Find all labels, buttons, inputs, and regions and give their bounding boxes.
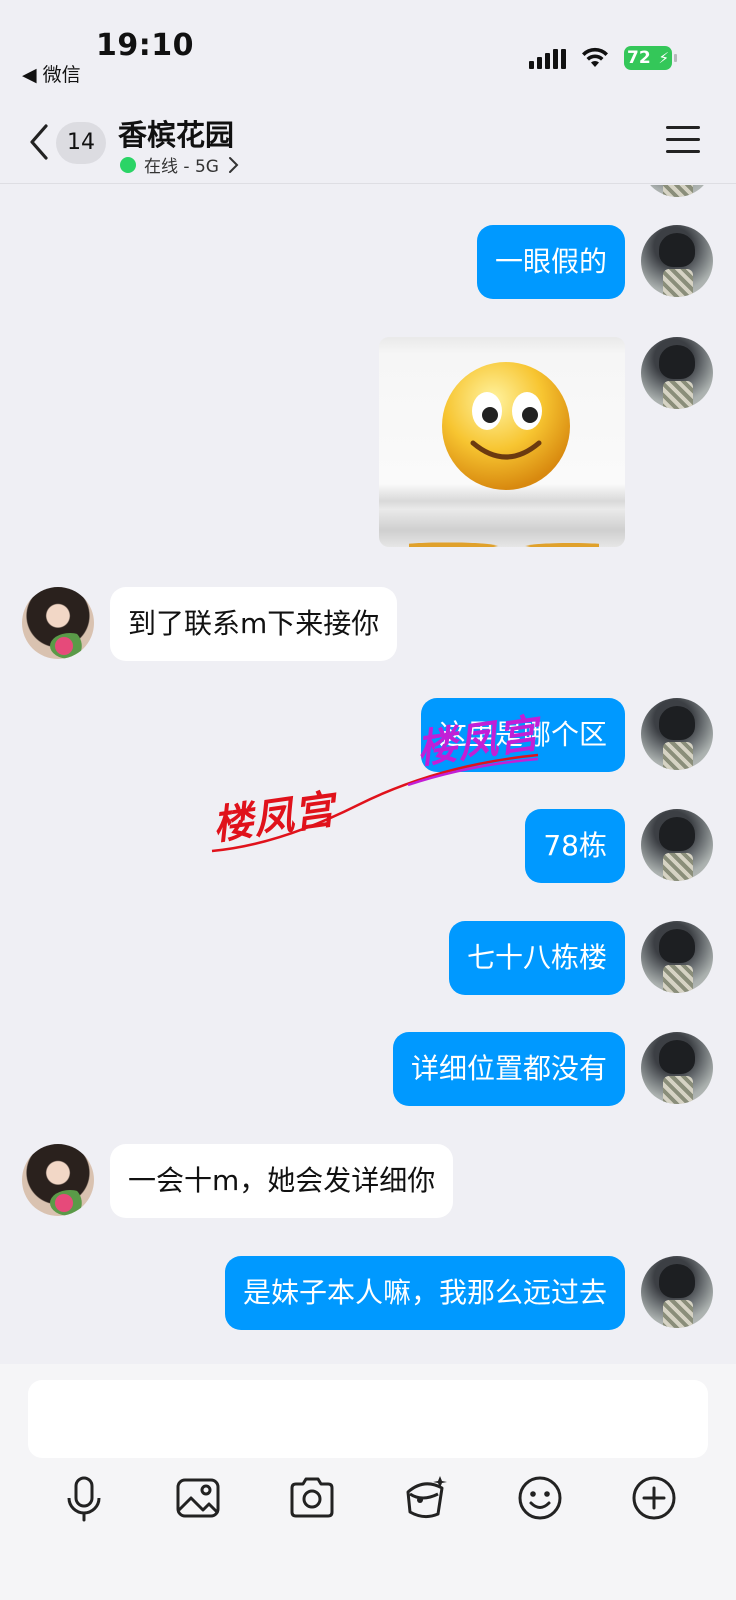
chat-title[interactable]: 香槟花园: [118, 112, 234, 154]
avatar-friend[interactable]: [22, 587, 94, 659]
status-time: 19:10: [96, 28, 194, 63]
camera-icon[interactable]: [284, 1470, 340, 1526]
chevron-right-icon: [228, 156, 239, 173]
back-chevron-icon[interactable]: [24, 122, 54, 162]
message-bubble-outgoing[interactable]: 是妹子本人嘛，我那么远过去: [224, 1256, 625, 1330]
message-bubble-incoming[interactable]: 到了联系m下来接你: [110, 587, 398, 661]
chat-header: 14 香槟花园 在线 - 5G: [0, 96, 736, 184]
wifi-icon: [582, 47, 608, 67]
cellular-signal-icon: [529, 47, 566, 69]
battery-level: 72: [627, 48, 651, 68]
message-input[interactable]: [28, 1380, 708, 1458]
image-icon[interactable]: [170, 1470, 226, 1526]
chat-status[interactable]: 在线 - 5G: [120, 152, 239, 177]
composer: [0, 1364, 736, 1600]
smiley-icon: [442, 362, 570, 490]
smiley-face-sticker[interactable]: [379, 337, 625, 547]
status-indicators: 72 ⚡: [529, 46, 677, 70]
avatar-self[interactable]: [641, 809, 713, 881]
online-dot-icon: [120, 156, 136, 173]
avatar-self[interactable]: [641, 225, 713, 297]
avatar-self[interactable]: [641, 1256, 713, 1328]
battery-icon: 72 ⚡: [624, 46, 677, 70]
avatar-self[interactable]: [641, 1032, 713, 1104]
avatar-self[interactable]: [641, 698, 713, 770]
emoji-icon[interactable]: [512, 1470, 568, 1526]
sticker-crumbs: [409, 535, 599, 547]
message-list[interactable]: 一眼假的 到了联系m下来接你 这里是哪个区 78栋 七十八栋楼 详细位置都没有 …: [0, 185, 736, 1363]
message-bubble-outgoing[interactable]: 一眼假的: [476, 225, 625, 299]
message-bubble-incoming[interactable]: 一会十m，她会发详细你: [110, 1144, 454, 1218]
avatar-friend[interactable]: [22, 1144, 94, 1216]
message-bubble-outgoing[interactable]: 七十八栋楼: [448, 921, 625, 995]
chat-status-text: 在线 - 5G: [144, 157, 219, 177]
microphone-icon[interactable]: [56, 1470, 112, 1526]
avatar-self[interactable]: [641, 185, 713, 197]
plus-icon[interactable]: [626, 1470, 682, 1526]
message-bubble-outgoing[interactable]: 详细位置都没有: [392, 1032, 625, 1106]
menu-icon[interactable]: [666, 126, 700, 154]
avatar-self[interactable]: [641, 921, 713, 993]
red-packet-icon[interactable]: [398, 1470, 454, 1526]
unread-count-badge[interactable]: 14: [56, 122, 106, 164]
back-to-app-link[interactable]: ◀ 微信: [22, 60, 81, 87]
avatar-self[interactable]: [641, 337, 713, 409]
charging-icon: ⚡: [658, 49, 669, 67]
